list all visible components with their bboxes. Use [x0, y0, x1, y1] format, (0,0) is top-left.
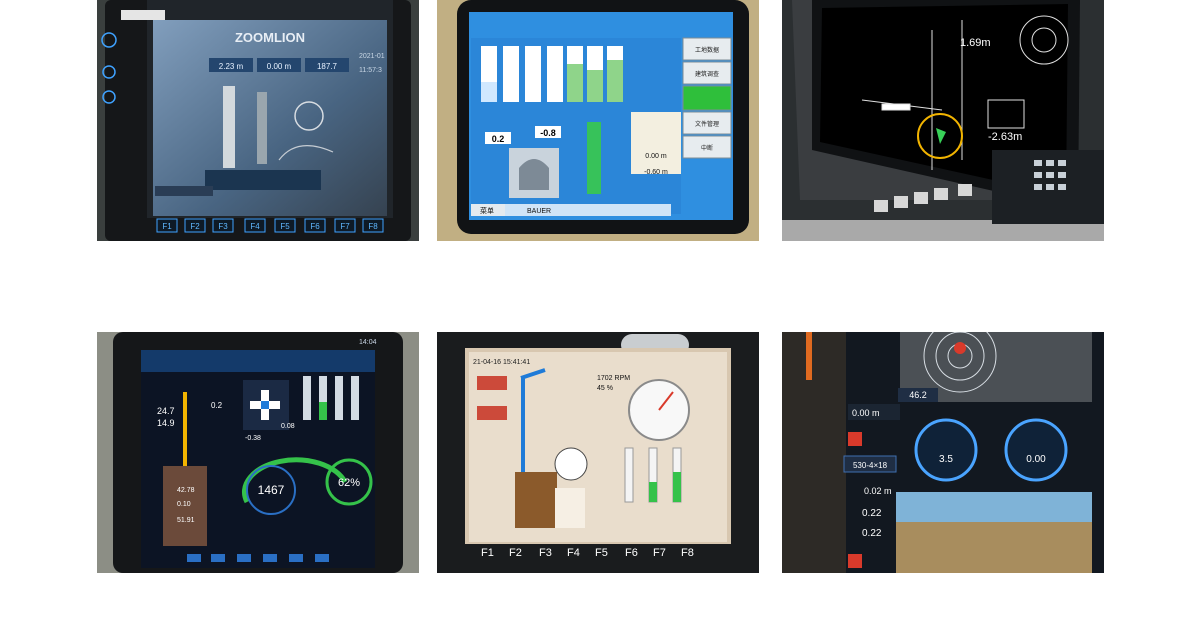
brand-label: ZOOMLION	[235, 30, 305, 45]
svg-text:0.08: 0.08	[281, 423, 295, 430]
svg-text:-0.8: -0.8	[540, 128, 556, 138]
gallery-photo-gauge-display[interactable]: 14:04 24.7 14.9 0.2 -0.38 0.08 42.78 0.1…	[97, 332, 419, 573]
target-display-photo: 46.2 0.00 m 530-4×18 0.02 m 0.22 0.22 3.…	[782, 332, 1104, 573]
gallery-photo-bauer-display[interactable]: 0.2 -0.8 0.00 m -0.60 m 工地数据 建筑调查 文件管理 中…	[437, 0, 759, 241]
svg-text:1.69m: 1.69m	[960, 37, 991, 49]
stop-icon[interactable]	[848, 554, 862, 568]
footer-brand: BAUER	[527, 208, 551, 215]
bauer-photo: 0.2 -0.8 0.00 m -0.60 m 工地数据 建筑调查 文件管理 中…	[437, 0, 759, 241]
fkey-f6[interactable]: F6	[625, 547, 638, 559]
gallery-photo-zoomlion-display[interactable]: ZOOMLION 2.23 m 0.00 m 187.7 2021-01 11:…	[97, 0, 419, 241]
svg-text:-2.63m: -2.63m	[988, 131, 1022, 143]
svg-text:2.23 m: 2.23 m	[219, 62, 244, 71]
svg-text:3.5: 3.5	[939, 454, 953, 465]
svg-text:0.02 m: 0.02 m	[864, 486, 892, 496]
svg-text:62%: 62%	[338, 477, 360, 489]
black-display-photo: 1.69m -2.63m	[782, 0, 1104, 241]
gallery-photo-black-display[interactable]: 1.69m -2.63m	[782, 0, 1104, 241]
svg-text:2021-01: 2021-01	[359, 53, 385, 60]
svg-text:0.22: 0.22	[862, 528, 882, 539]
alarm-icon[interactable]	[848, 432, 862, 446]
svg-text:1467: 1467	[258, 483, 285, 497]
svg-text:0.00 m: 0.00 m	[852, 408, 880, 418]
fkey-f1[interactable]: F1	[162, 222, 172, 231]
svg-text:530-4×18[interactable]: 530-4×18	[853, 461, 888, 470]
fkey-f7[interactable]: F7	[340, 222, 350, 231]
svg-text:14:04: 14:04	[359, 339, 377, 346]
svg-text:-0.60 m: -0.60 m	[644, 169, 668, 176]
svg-text:1702 RPM: 1702 RPM	[597, 375, 630, 382]
gallery-photo-target-display[interactable]: 46.2 0.00 m 530-4×18 0.02 m 0.22 0.22 3.…	[782, 332, 1104, 573]
menu-button[interactable]: 菜单	[480, 206, 494, 215]
fkey-f5[interactable]: F5	[280, 222, 290, 231]
svg-text:46.2: 46.2	[909, 390, 927, 400]
svg-text:187.7: 187.7	[317, 62, 338, 71]
svg-text:-0.38: -0.38	[245, 435, 261, 442]
fkey-f2[interactable]: F2	[190, 222, 200, 231]
svg-text:24.7: 24.7	[157, 406, 175, 416]
fkey-f8[interactable]: F8	[368, 222, 378, 231]
svg-text:21-04-16 15:41:41: 21-04-16 15:41:41	[473, 359, 530, 366]
fkey-f4[interactable]: F4	[567, 547, 580, 559]
svg-text:0.2: 0.2	[492, 134, 505, 144]
svg-text:0.22: 0.22	[862, 508, 882, 519]
fkey-f8[interactable]: F8	[681, 547, 694, 559]
menu-site-data[interactable]: 工地数据	[695, 46, 719, 54]
svg-text:45 %: 45 %	[597, 385, 613, 392]
side-menu: 工地数据 建筑调查 文件管理 中断	[682, 37, 732, 159]
menu-interrupt[interactable]: 中断	[701, 144, 713, 152]
svg-text:0.2: 0.2	[211, 401, 223, 410]
zoomlion-photo: ZOOMLION 2.23 m 0.00 m 187.7 2021-01 11:…	[97, 0, 419, 241]
gauge-display-photo: 14:04 24.7 14.9 0.2 -0.38 0.08 42.78 0.1…	[97, 332, 419, 573]
gallery-photo-rig-display[interactable]: 21-04-16 15:41:41 1702 RPM 45 % F1 F2 F3…	[437, 332, 759, 573]
menu-building-survey[interactable]: 建筑调查	[695, 70, 719, 78]
menu-file-management[interactable]: 文件管理	[695, 120, 719, 128]
svg-text:0.00 m: 0.00 m	[267, 62, 292, 71]
fkey-f6[interactable]: F6	[310, 222, 320, 231]
rig-display-photo: 21-04-16 15:41:41 1702 RPM 45 % F1 F2 F3…	[437, 332, 759, 573]
fkey-f3[interactable]: F3	[539, 547, 552, 559]
svg-text:0.00: 0.00	[1026, 454, 1046, 465]
fkey-f2[interactable]: F2	[509, 547, 522, 559]
fkey-f1[interactable]: F1	[481, 547, 494, 559]
svg-text:0.00 m: 0.00 m	[645, 153, 667, 160]
svg-text:42.78: 42.78	[177, 487, 195, 494]
svg-text:0.10: 0.10	[177, 501, 191, 508]
fkey-f7[interactable]: F7	[653, 547, 666, 559]
fkey-f5[interactable]: F5	[595, 547, 608, 559]
svg-text:51.91: 51.91	[177, 517, 195, 524]
svg-text:14.9: 14.9	[157, 418, 175, 428]
fkey-f3[interactable]: F3	[218, 222, 228, 231]
fkey-f4[interactable]: F4	[250, 222, 260, 231]
svg-text:11:57:3: 11:57:3	[359, 67, 382, 74]
